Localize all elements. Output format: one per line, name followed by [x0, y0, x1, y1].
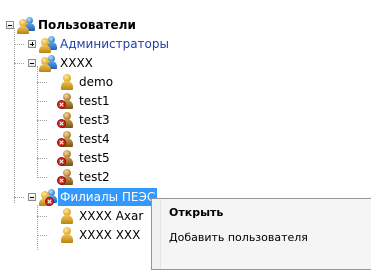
- disabled-user-icon: [57, 92, 76, 110]
- tree-node-user[interactable]: XXXX Axar: [58, 207, 143, 225]
- tree-node-label: XXXX: [60, 56, 93, 70]
- tree-node-label: demo: [79, 75, 114, 89]
- menu-item-add-user[interactable]: Добавить пользователя: [169, 229, 308, 247]
- tree-node-group-filialy[interactable]: Филиалы ПЕЭС: [39, 188, 158, 206]
- tree-connector: [37, 235, 47, 236]
- context-menu: Открыть Добавить пользователя: [151, 198, 371, 270]
- collapse-toggle-filialy[interactable]: [28, 193, 36, 201]
- tree-guide-filialy: [37, 205, 38, 250]
- tree-node-user[interactable]: demo: [58, 73, 113, 91]
- tree-node-root[interactable]: Пользователи: [17, 16, 136, 34]
- users-group-icon: [39, 35, 57, 53]
- tree-connector: [14, 44, 24, 45]
- tree-node-user[interactable]: test2: [57, 168, 110, 186]
- tree-node-label: test1: [79, 94, 110, 108]
- tree-guide-root: [14, 28, 15, 203]
- disabled-user-icon: [57, 111, 76, 129]
- tree-node-label: XXXX Axar: [79, 209, 144, 223]
- tree-connector: [14, 63, 24, 64]
- tree-node-label: test4: [79, 132, 110, 146]
- tree-node-label: test2: [79, 170, 110, 184]
- user-icon: [58, 226, 76, 244]
- tree-node-label: Пользователи: [38, 18, 136, 32]
- disabled-user-icon: [57, 149, 76, 167]
- menu-icon-gutter: [152, 199, 161, 269]
- tree-node-user[interactable]: test4: [57, 130, 110, 148]
- tree-node-group-xxxx[interactable]: XXXX: [39, 54, 93, 72]
- tree-connector: [37, 216, 47, 217]
- tree-node-label: XXXX XXX: [79, 228, 141, 242]
- collapse-toggle-xxxx[interactable]: [28, 59, 36, 67]
- tree-node-label: Филиалы ПЕЭС: [58, 188, 158, 206]
- tree-node-group-administrators[interactable]: Администраторы: [39, 35, 169, 53]
- tree-node-user[interactable]: test5: [57, 149, 110, 167]
- user-icon: [58, 207, 76, 225]
- collapse-toggle-root[interactable]: [6, 21, 14, 29]
- tree-connector: [37, 139, 47, 140]
- tree-node-user[interactable]: test3: [57, 111, 110, 129]
- expand-toggle-administrators[interactable]: [28, 40, 36, 48]
- menu-item-open[interactable]: Открыть: [169, 204, 223, 222]
- tree-node-label: test3: [79, 113, 110, 127]
- tree-node-label: test5: [79, 151, 110, 165]
- tree-node-user[interactable]: XXXX XXX: [58, 226, 140, 244]
- disabled-user-icon: [57, 130, 76, 148]
- user-icon: [58, 73, 76, 91]
- users-group-icon: [39, 54, 57, 72]
- tree-connector: [37, 120, 47, 121]
- users-group-icon: [17, 16, 35, 34]
- tree-connector: [37, 82, 47, 83]
- tree-node-user[interactable]: test1: [57, 92, 110, 110]
- disabled-users-group-icon: [39, 188, 57, 206]
- tree-connector: [37, 101, 47, 102]
- disabled-user-icon: [57, 168, 76, 186]
- tree-node-label: Администраторы: [60, 37, 169, 51]
- tree-connector: [14, 197, 24, 198]
- tree-connector: [37, 177, 47, 178]
- tree-connector: [37, 158, 47, 159]
